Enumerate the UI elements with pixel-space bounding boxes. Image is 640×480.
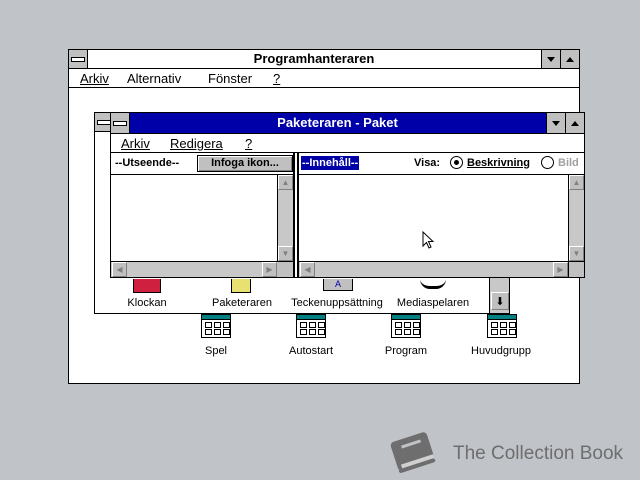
maximize-icon	[566, 56, 574, 62]
program-group-icon	[296, 314, 326, 338]
packager-menu-help[interactable]: ?	[245, 136, 252, 151]
insert-icon-button[interactable]: Infoga ikon...	[197, 155, 293, 172]
appearance-vertical-scrollbar[interactable]: ▲ ▼	[277, 175, 293, 261]
pane-splitter-gap	[295, 153, 297, 277]
minimize-icon	[547, 56, 555, 62]
menu-help[interactable]: ?	[273, 71, 280, 86]
system-menu-icon	[113, 120, 127, 126]
view-description-radio[interactable]	[450, 156, 463, 169]
scroll-up-button[interactable]: ▲	[278, 175, 293, 190]
menu-arkiv[interactable]: Arkiv	[80, 71, 109, 86]
icon-label-klockan: Klockan	[127, 297, 167, 309]
icon-label-mediaspelaren: Mediaspelaren	[396, 297, 470, 309]
group-label-autostart: Autostart	[288, 345, 334, 357]
media-player-icon[interactable]	[420, 279, 446, 289]
program-group-icon	[201, 314, 231, 338]
scroll-down-button[interactable]: ▼	[278, 246, 293, 261]
view-label: Visa:	[414, 157, 441, 169]
icon-label-teckenuppsattning: Teckenuppsättning	[291, 297, 383, 309]
packager-menu-arkiv[interactable]: Arkiv	[121, 136, 150, 151]
scroll-right-button[interactable]: ▶	[553, 262, 568, 277]
packager-title: Paketeraren - Paket	[277, 115, 398, 130]
book-icon	[390, 432, 436, 473]
clock-icon[interactable]	[133, 279, 161, 293]
system-menu-icon	[97, 119, 111, 125]
packager-menu-redigera[interactable]: Redigera	[170, 136, 223, 151]
minimize-icon	[552, 120, 560, 126]
content-vertical-scrollbar[interactable]: ▲ ▼	[568, 175, 584, 261]
packager-minimize-button[interactable]	[546, 113, 565, 133]
system-menu-icon	[71, 56, 85, 62]
view-description-label: Beskrivning	[467, 157, 530, 169]
maximize-icon	[571, 120, 579, 126]
scroll-down-button[interactable]: ⬇	[491, 292, 509, 310]
scroll-left-button[interactable]: ◀	[112, 262, 127, 277]
program-manager-titlebar[interactable]: Programhanteraren	[69, 50, 579, 69]
program-group-icon	[391, 314, 421, 338]
minimize-button[interactable]	[541, 50, 560, 68]
content-label: --Innehåll--	[301, 156, 360, 170]
packager-titlebar[interactable]: Paketeraren - Paket	[111, 113, 584, 134]
packager-system-menu-button[interactable]	[111, 113, 130, 133]
view-picture-label: Bild	[558, 157, 579, 169]
mouse-pointer-icon	[422, 231, 435, 249]
character-map-icon[interactable]: A	[323, 279, 353, 291]
radio-selected-dot	[454, 160, 459, 165]
scroll-right-button[interactable]: ▶	[262, 262, 277, 277]
appearance-horizontal-scrollbar[interactable]: ◀ ▶	[111, 261, 277, 277]
scroll-down-button[interactable]: ▼	[569, 246, 584, 261]
group-label-program: Program	[384, 345, 428, 357]
size-box	[277, 261, 293, 277]
watermark-text: The Collection Book	[453, 443, 624, 464]
system-menu-button[interactable]	[69, 50, 88, 68]
maximize-button[interactable]	[560, 50, 579, 68]
window-title: Programhanteraren	[253, 51, 375, 66]
scroll-up-button[interactable]: ▲	[569, 175, 584, 190]
packager-window: Paketeraren - Paket Arkiv Redigera ? --U…	[110, 112, 585, 278]
packager-maximize-button[interactable]	[565, 113, 584, 133]
group-vertical-scrollbar[interactable]: ⬇	[489, 273, 509, 313]
size-box	[568, 261, 584, 277]
packager-icon[interactable]	[231, 279, 251, 293]
menu-fonster[interactable]: Fönster	[208, 71, 252, 86]
appearance-label: --Utseende--	[115, 157, 180, 169]
scroll-left-button[interactable]: ◀	[300, 262, 315, 277]
packager-header-row: --Utseende-- Infoga ikon... --Innehåll--…	[111, 153, 584, 175]
menu-alternativ[interactable]: Alternativ	[127, 71, 181, 86]
group-label-spel: Spel	[204, 345, 228, 357]
packager-menubar: Arkiv Redigera ?	[111, 134, 584, 153]
program-manager-menubar: Arkiv Alternativ Fönster ?	[69, 69, 579, 88]
group-label-huvudgrupp: Huvudgrupp	[471, 345, 531, 357]
program-group-icon	[487, 314, 517, 338]
content-horizontal-scrollbar[interactable]: ◀ ▶	[299, 261, 568, 277]
icon-label-paketeraren: Paketeraren	[212, 297, 272, 309]
view-picture-radio[interactable]	[541, 156, 554, 169]
